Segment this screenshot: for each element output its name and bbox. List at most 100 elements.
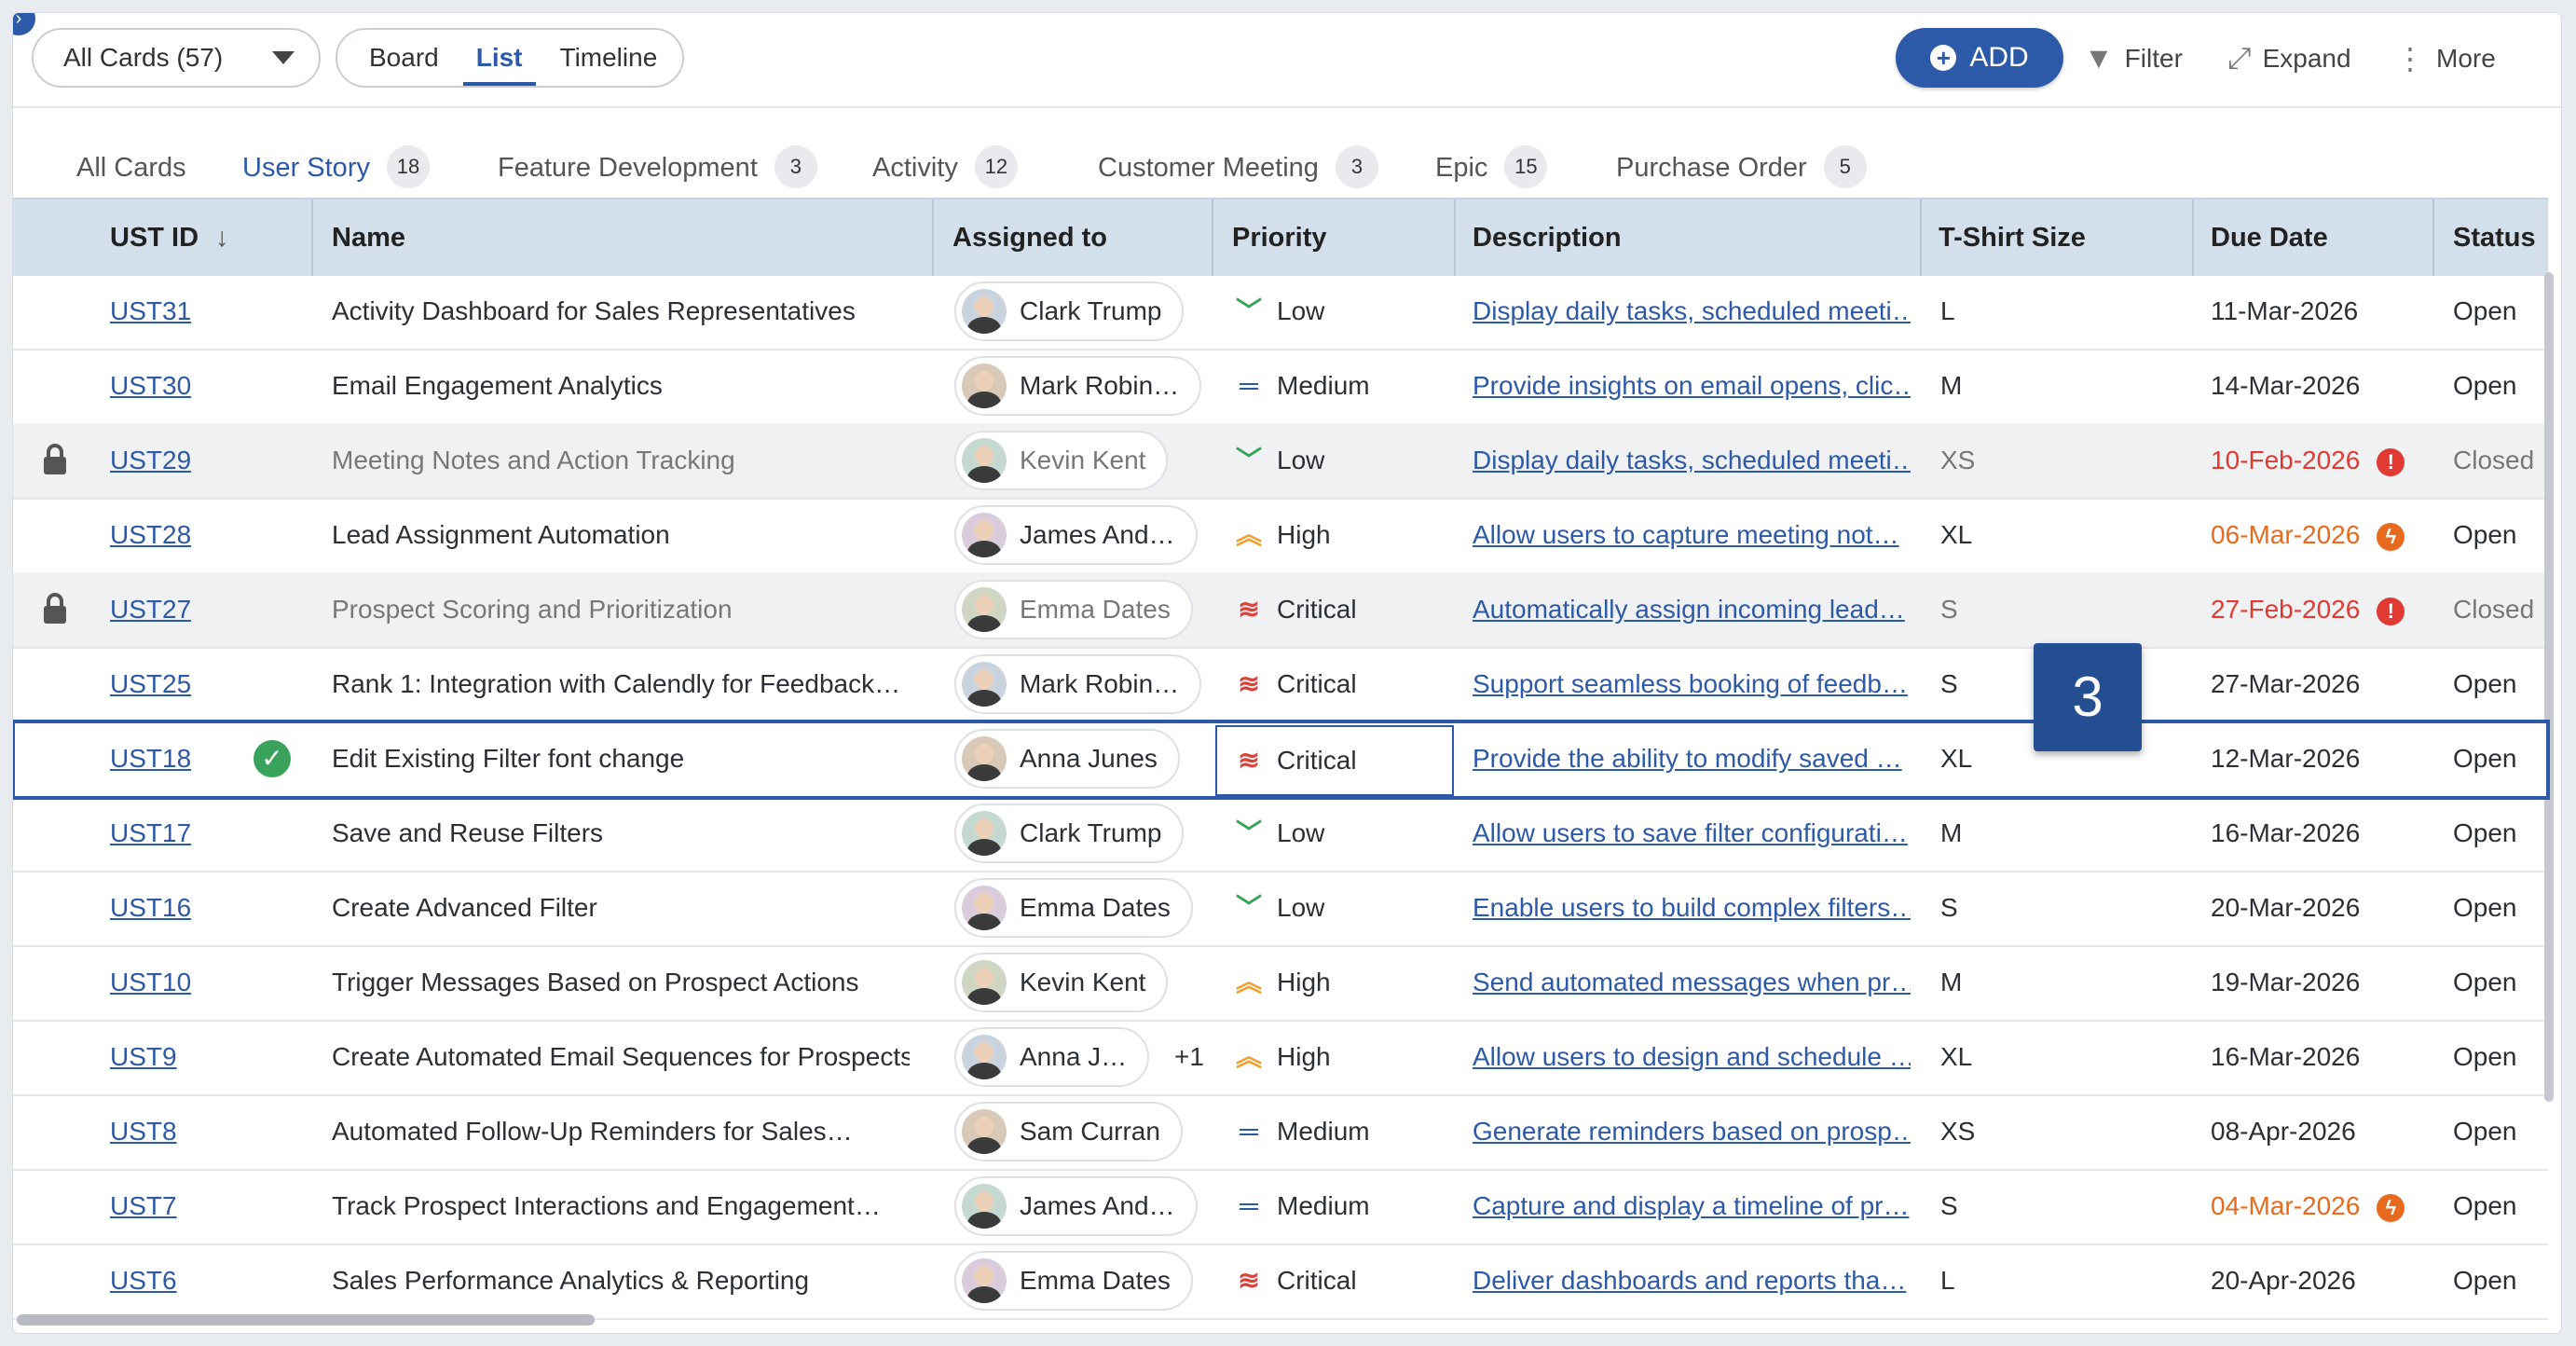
table-row[interactable]: UST28 Lead Assignment Automation James And… bbox=[13, 498, 2548, 574]
more-button[interactable]: ⋮ More bbox=[2395, 41, 2496, 76]
filter-button[interactable]: ▼ Filter bbox=[2084, 41, 2183, 76]
cards-filter-select[interactable]: All Cards (57) bbox=[32, 28, 321, 88]
table-row[interactable]: UST30 Email Engagement Analytics Mark Robi… bbox=[13, 349, 2548, 425]
assignee-chip[interactable]: Mark Robin… bbox=[954, 356, 1202, 416]
table-row[interactable]: UST27 Prospect Scoring and Prioritization… bbox=[13, 572, 2548, 649]
priority-cell[interactable]: ︽ High bbox=[1234, 945, 1331, 1020]
priority-cell[interactable]: ≋ Critical bbox=[1234, 647, 1356, 721]
column-resize-handle[interactable] bbox=[932, 199, 934, 276]
description-link[interactable]: Generate reminders based on prosp… bbox=[1473, 1117, 1911, 1146]
ust-id-link[interactable]: UST17 bbox=[110, 818, 191, 847]
table-row[interactable]: UST18 ✓ Edit Existing Filter font change An… bbox=[13, 720, 2550, 800]
column-resize-handle[interactable] bbox=[2432, 199, 2434, 276]
column-header-priority[interactable]: Priority bbox=[1232, 199, 1327, 276]
ust-id-link[interactable]: UST8 bbox=[110, 1117, 177, 1146]
view-list[interactable]: List bbox=[462, 43, 536, 86]
ust-id-link[interactable]: UST6 bbox=[110, 1266, 177, 1295]
priority-cell[interactable]: ≋ Critical bbox=[1234, 572, 1356, 647]
assignee-chip[interactable]: Anna J… bbox=[954, 1027, 1150, 1087]
table-row[interactable]: UST31 Activity Dashboard for Sales Repres… bbox=[13, 274, 2548, 350]
assignee-chip[interactable]: Emma Dates bbox=[954, 580, 1193, 639]
priority-cell[interactable]: ﹀ Low bbox=[1234, 423, 1324, 498]
column-header-ust-id[interactable]: UST ID ↓ bbox=[110, 199, 229, 276]
priority-cell[interactable]: ﹀ Low bbox=[1234, 274, 1324, 349]
assignee-chip[interactable]: Kevin Kent bbox=[954, 953, 1169, 1012]
description-link[interactable]: Support seamless booking of feedb… bbox=[1473, 669, 1908, 698]
description-link[interactable]: Automatically assign incoming lead… bbox=[1473, 595, 1905, 624]
horizontal-scrollbar[interactable] bbox=[17, 1314, 595, 1325]
column-header-t-shirt-size[interactable]: T-Shirt Size bbox=[1939, 199, 2086, 276]
column-resize-handle[interactable] bbox=[1920, 199, 1922, 276]
column-header-assigned-to[interactable]: Assigned to bbox=[952, 199, 1107, 276]
column-resize-handle[interactable] bbox=[2192, 199, 2194, 276]
ust-id-link[interactable]: UST10 bbox=[110, 968, 191, 996]
view-timeline[interactable]: Timeline bbox=[560, 43, 658, 73]
description-link[interactable]: Send automated messages when pr… bbox=[1473, 968, 1911, 996]
description-link[interactable]: Allow users to design and schedule … bbox=[1473, 1042, 1911, 1071]
card-name[interactable]: Email Engagement Analytics bbox=[332, 349, 910, 423]
card-name[interactable]: Sales Performance Analytics & Reporting bbox=[332, 1243, 910, 1318]
table-row[interactable]: UST25 Rank 1: Integration with Calendly f… bbox=[13, 647, 2548, 723]
card-name[interactable]: Meeting Notes and Action Tracking bbox=[332, 423, 910, 498]
description-link[interactable]: Provide insights on email opens, clic… bbox=[1473, 371, 1911, 400]
assignee-chip[interactable]: Emma Dates bbox=[954, 1251, 1193, 1311]
table-row[interactable]: UST16 Create Advanced Filter Emma Dates ﹀ Lo… bbox=[13, 871, 2548, 947]
description-link[interactable]: Deliver dashboards and reports tha… bbox=[1473, 1266, 1906, 1295]
column-resize-handle[interactable] bbox=[1212, 199, 1213, 276]
priority-cell[interactable]: ═ Medium bbox=[1234, 1094, 1370, 1169]
assignee-chip[interactable]: Anna Junes bbox=[954, 729, 1180, 789]
table-row[interactable]: UST6 Sales Performance Analytics & Report… bbox=[13, 1243, 2548, 1320]
priority-cell[interactable]: ≋ Critical bbox=[1234, 1243, 1356, 1318]
vertical-scrollbar[interactable] bbox=[2544, 272, 2554, 1102]
description-link[interactable]: Display daily tasks, scheduled meeti… bbox=[1473, 446, 1911, 474]
assignee-chip[interactable]: Clark Trump bbox=[954, 803, 1185, 863]
card-name[interactable]: Activity Dashboard for Sales Representat… bbox=[332, 274, 910, 349]
column-header-description[interactable]: Description bbox=[1473, 199, 1622, 276]
ust-id-link[interactable]: UST7 bbox=[110, 1191, 177, 1220]
description-link[interactable]: Enable users to build complex filters… bbox=[1473, 893, 1911, 922]
ust-id-link[interactable]: UST16 bbox=[110, 893, 191, 922]
assignee-chip[interactable]: Mark Robin… bbox=[954, 654, 1202, 714]
assignee-chip[interactable]: Clark Trump bbox=[954, 282, 1185, 341]
card-name[interactable]: Save and Reuse Filters bbox=[332, 796, 910, 871]
card-name[interactable]: Create Advanced Filter bbox=[332, 871, 910, 945]
table-row[interactable]: UST17 Save and Reuse Filters Clark Trump ﹀ L… bbox=[13, 796, 2548, 872]
assignee-chip[interactable]: Emma Dates bbox=[954, 878, 1193, 938]
card-name[interactable]: Rank 1: Integration with Calendly for Fe… bbox=[332, 647, 910, 721]
ust-id-link[interactable]: UST9 bbox=[110, 1042, 177, 1071]
view-board[interactable]: Board bbox=[369, 43, 439, 73]
column-resize-handle[interactable] bbox=[1454, 199, 1456, 276]
priority-cell[interactable]: ═ Medium bbox=[1234, 349, 1370, 423]
card-name[interactable]: Trigger Messages Based on Prospect Actio… bbox=[332, 945, 910, 1020]
assignee-chip[interactable]: James And… bbox=[954, 1176, 1198, 1236]
card-name[interactable]: Create Automated Email Sequences for Pro… bbox=[332, 1020, 910, 1094]
expand-button[interactable]: ⤢ Expand bbox=[2227, 41, 2351, 76]
sort-arrow-icon[interactable]: ↓ bbox=[215, 223, 229, 253]
description-link[interactable]: Allow users to save filter configurati… bbox=[1473, 818, 1908, 847]
ust-id-link[interactable]: UST31 bbox=[110, 296, 191, 325]
card-name[interactable]: Track Prospect Interactions and Engageme… bbox=[332, 1169, 910, 1243]
column-header-status[interactable]: Status bbox=[2453, 199, 2536, 276]
priority-cell[interactable]: ≋ Critical bbox=[1215, 725, 1454, 796]
card-name[interactable]: Automated Follow-Up Reminders for Sales… bbox=[332, 1094, 910, 1169]
description-link[interactable]: Capture and display a timeline of pr… bbox=[1473, 1191, 1909, 1220]
priority-cell[interactable]: ═ Medium bbox=[1234, 1169, 1370, 1243]
description-link[interactable]: Allow users to capture meeting not… bbox=[1473, 520, 1899, 549]
add-button[interactable]: + ADD bbox=[1896, 28, 2063, 88]
ust-id-link[interactable]: UST25 bbox=[110, 669, 191, 698]
assignee-chip[interactable]: Kevin Kent bbox=[954, 431, 1169, 490]
table-row[interactable]: UST10 Trigger Messages Based on Prospect … bbox=[13, 945, 2548, 1022]
priority-cell[interactable]: ︽ High bbox=[1234, 498, 1331, 572]
table-row[interactable]: UST29 Meeting Notes and Action Tracking Ke… bbox=[13, 423, 2548, 500]
card-name[interactable]: Lead Assignment Automation bbox=[332, 498, 910, 572]
ust-id-link[interactable]: UST30 bbox=[110, 371, 191, 400]
assignee-chip[interactable]: Sam Curran bbox=[954, 1102, 1183, 1161]
card-name[interactable]: Prospect Scoring and Prioritization bbox=[332, 572, 910, 647]
table-row[interactable]: UST7 Track Prospect Interactions and Enga… bbox=[13, 1169, 2548, 1245]
ust-id-link[interactable]: UST28 bbox=[110, 520, 191, 549]
ust-id-link[interactable]: UST27 bbox=[110, 595, 191, 624]
more-assignees-count[interactable]: +1 bbox=[1174, 1020, 1204, 1094]
priority-cell[interactable]: ︽ High bbox=[1234, 1020, 1331, 1094]
description-link[interactable]: Provide the ability to modify saved … bbox=[1473, 744, 1902, 773]
ust-id-link[interactable]: UST18 bbox=[110, 744, 191, 773]
